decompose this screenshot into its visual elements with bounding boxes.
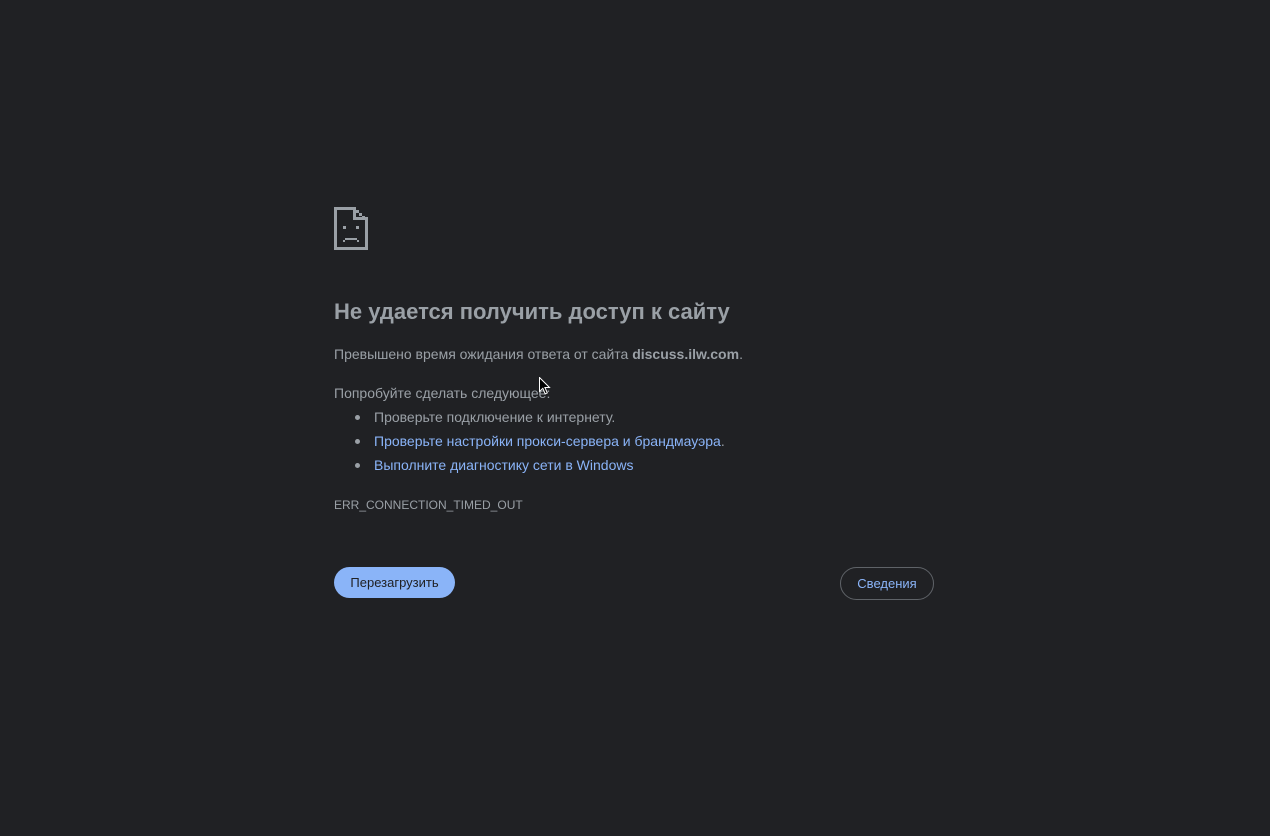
bullet	[355, 439, 360, 444]
proxy-firewall-link[interactable]: Проверьте настройки прокси-сервера и бра…	[374, 433, 721, 449]
error-content: Не удается получить доступ к сайту Превы…	[334, 207, 934, 600]
summary-suffix: .	[739, 346, 743, 362]
error-summary: Превышено время ожидания ответа от сайта…	[334, 346, 743, 362]
error-page: Не удается получить доступ к сайту Превы…	[0, 0, 1270, 836]
suggestion-check-proxy: Проверьте настройки прокси-сервера и бра…	[334, 433, 725, 457]
bullet	[355, 463, 360, 468]
mouse-cursor-icon	[539, 376, 551, 395]
sad-page-icon	[334, 207, 368, 250]
details-button[interactable]: Сведения	[840, 567, 934, 600]
suggestion-network-diagnostics: Выполните диагностику сети в Windows	[334, 457, 725, 481]
suggestion-suffix: .	[720, 433, 725, 449]
suggestions-heading: Попробуйте сделать следующее:	[334, 385, 551, 401]
page-title: Не удается получить доступ к сайту	[334, 299, 730, 324]
network-diagnostics-link[interactable]: Выполните диагностику сети в Windows	[374, 457, 633, 473]
suggestion-text: Проверьте подключение к интернету.	[374, 409, 616, 425]
suggestion-check-connection: Проверьте подключение к интернету.	[334, 409, 725, 433]
summary-text: Превышено время ожидания ответа от сайта	[334, 346, 633, 362]
bullet	[355, 415, 360, 420]
site-host: discuss.ilw.com	[632, 346, 740, 362]
suggestions-list: Проверьте подключение к интернету. Прове…	[334, 409, 725, 481]
reload-button[interactable]: Перезагрузить	[334, 567, 455, 598]
error-code: ERR_CONNECTION_TIMED_OUT	[334, 498, 523, 512]
